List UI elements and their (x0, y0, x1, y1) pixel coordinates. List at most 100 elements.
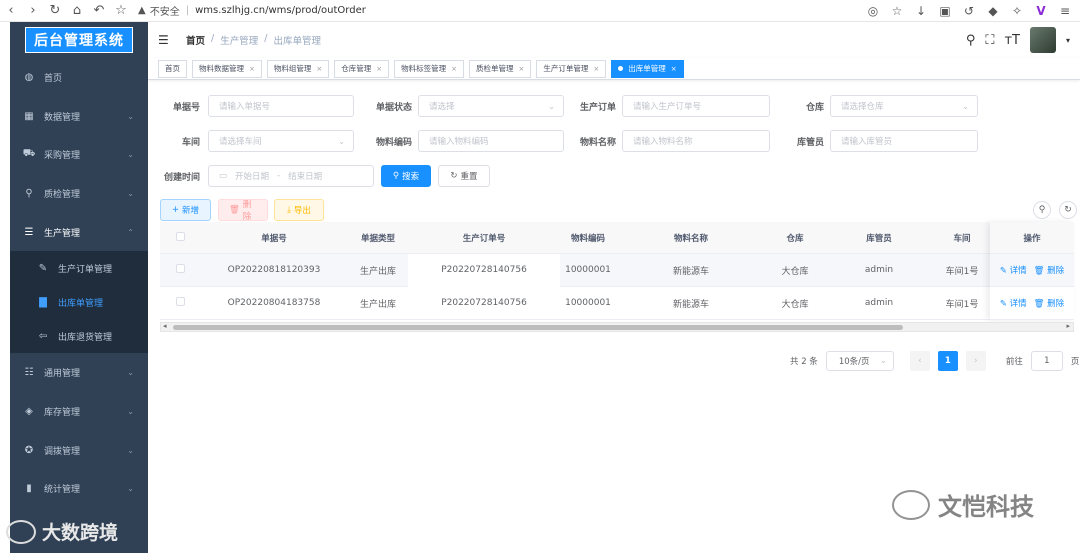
hamburger-icon[interactable]: ☰ (158, 33, 172, 47)
undo-icon[interactable]: ↶ (88, 3, 110, 18)
sidebar-item-general[interactable]: ☷ 通用管理 ⌄ (10, 353, 148, 392)
refresh-icon[interactable]: ↻ (1059, 201, 1077, 219)
logo[interactable]: 后台管理系统 (10, 22, 148, 58)
avatar[interactable] (1029, 27, 1056, 53)
tag-material-group[interactable]: 物料组管理 × (266, 59, 330, 78)
tag-home[interactable]: 首页 (158, 59, 187, 78)
download-icon[interactable]: ↓ (912, 4, 930, 18)
cell-warehouse: 大仓库 (781, 299, 809, 310)
material-code-placeholder: 请输入物料编码 (429, 137, 489, 147)
edit-icon: ✎ (38, 262, 48, 274)
toggle-search-icon[interactable]: ⚲ (1033, 201, 1051, 219)
sidebar-item-data[interactable]: ▦ 数据管理 ⌄ (10, 97, 148, 136)
search-button-label: 搜索 (402, 172, 420, 182)
sidebar-item-production[interactable]: ☰ 生产管理 ⌃ (10, 213, 148, 252)
breadcrumb-item[interactable]: 首页 (186, 33, 205, 47)
status-select[interactable]: 请选择 ⌄ (418, 95, 564, 117)
detail-link[interactable]: ✎ 详情 (1000, 297, 1027, 309)
close-icon[interactable]: × (593, 65, 599, 73)
reset-button[interactable]: ↻ 重置 (438, 165, 490, 187)
favorites-icon[interactable]: ☆ (888, 4, 906, 18)
material-name-input[interactable]: 请输入物料名称 (622, 130, 770, 152)
address-bar[interactable]: ▲ 不安全 | wms.szlhjg.cn/wms/prod/outOrder (138, 3, 366, 18)
close-icon[interactable]: × (451, 65, 457, 73)
material-code-input[interactable]: 请输入物料编码 (418, 130, 564, 152)
page-number-active[interactable]: 1 (937, 351, 958, 371)
delete-link[interactable]: 🗑 删除 (1034, 264, 1065, 276)
collection-icon[interactable]: ◆ (984, 4, 1002, 18)
sidebar-item-inventory[interactable]: ◈ 库存管理 ⌄ (10, 392, 148, 431)
sidebar-item-out-order[interactable]: ▇ 出库单管理 (10, 285, 148, 319)
order-no-input[interactable]: 请输入单据号 (208, 95, 354, 117)
chevron-down-icon: ⌄ (127, 406, 134, 416)
back-icon[interactable]: ‹ (0, 3, 22, 18)
chevron-down-icon: ⌄ (127, 111, 134, 121)
delete-button[interactable]: 🗑 删除 (218, 199, 268, 222)
select-all-checkbox[interactable] (160, 231, 200, 244)
scroll-left-icon[interactable]: ◂ (163, 322, 167, 330)
reload-icon[interactable]: ↻ (44, 3, 66, 18)
search-form-row-3: 创建时间 ▭ 开始日期 - 结束日期 ⚲ 搜索 ↻ 重置 (160, 165, 490, 187)
screenshot-icon[interactable]: ▣ (936, 4, 954, 18)
watermark: 文恺科技 (892, 487, 1034, 522)
sidebar-item-quality[interactable]: ⚲ 质检管理 ⌄ (10, 174, 148, 213)
sidebar-item-label: 生产订单管理 (58, 264, 113, 275)
date-range-picker[interactable]: ▭ 开始日期 - 结束日期 (208, 165, 374, 187)
goto-page-input[interactable]: 1 (1030, 351, 1063, 371)
next-page-button[interactable]: › (965, 351, 986, 371)
fullscreen-icon[interactable]: ⛶ (985, 33, 994, 48)
scroll-right-icon[interactable]: ▸ (1066, 322, 1070, 330)
delete-link[interactable]: 🗑 删除 (1034, 297, 1065, 309)
search-button[interactable]: ⚲ 搜索 (381, 165, 431, 187)
add-button[interactable]: + 新增 (160, 199, 211, 221)
forward-icon[interactable]: › (22, 3, 44, 18)
page-size-select[interactable]: 10条/页 ⌄ (825, 351, 894, 371)
prod-order-input[interactable]: 请输入生产订单号 (622, 95, 770, 117)
tag-production-order[interactable]: 生产订单管理 × (536, 59, 607, 78)
star-icon[interactable]: ☆ (110, 3, 132, 18)
workshop-select[interactable]: 请选择车间 ⌄ (208, 130, 354, 152)
tag-warehouse[interactable]: 仓库管理 × (334, 59, 390, 78)
caret-down-icon[interactable]: ▾ (1066, 36, 1070, 45)
close-icon[interactable]: × (249, 65, 255, 73)
tag-material-label[interactable]: 物料标签管理 × (394, 59, 464, 78)
sidebar-item-purchase[interactable]: ⛟ 采购管理 ⌄ (10, 135, 148, 174)
tag-out-order[interactable]: 出库单管理 × (611, 59, 684, 78)
url-text[interactable]: wms.szlhjg.cn/wms/prod/outOrder (195, 5, 366, 16)
home-icon[interactable]: ⌂ (66, 3, 88, 18)
warehouse-select[interactable]: 请选择仓库 ⌄ (830, 95, 978, 117)
history-icon[interactable]: ↺ (960, 4, 978, 18)
table-row[interactable]: OP20220804183758 生产出库 P20220728140756 10… (160, 287, 1074, 320)
sidebar-item-transfer[interactable]: ✪ 调拨管理 ⌄ (10, 431, 148, 470)
sidebar-item-statistics[interactable]: ▮ 统计管理 ⌄ (10, 470, 148, 509)
sidebar-item-production-order[interactable]: ✎ 生产订单管理 (10, 251, 148, 285)
tag-label: 物料数据管理 (199, 64, 244, 73)
row-checkbox[interactable] (160, 264, 200, 276)
extension-icon[interactable]: ◎ (864, 4, 882, 18)
search-icon[interactable]: ⚲ (966, 33, 976, 48)
cart-icon: ⛟ (22, 148, 36, 160)
sidebar-item-out-return[interactable]: ⇦ 出库退货管理 (10, 319, 148, 353)
keeper-input[interactable]: 请输入库管员 (830, 130, 978, 152)
export-button[interactable]: ⤓ 导出 (274, 199, 324, 221)
tag-material-data[interactable]: 物料数据管理 × (192, 59, 262, 78)
production-submenu: ✎ 生产订单管理 ▇ 出库单管理 ⇦ 出库退货管理 (10, 251, 148, 354)
close-icon[interactable]: × (671, 65, 677, 73)
order-no-placeholder: 请输入单据号 (219, 102, 271, 112)
font-size-icon[interactable]: ᴛT (1004, 33, 1020, 48)
row-checkbox[interactable] (160, 297, 200, 309)
v-extension-icon[interactable]: V (1032, 4, 1050, 18)
prev-page-button[interactable]: ‹ (909, 351, 930, 371)
menu-icon[interactable]: ≡ (1056, 4, 1074, 18)
close-icon[interactable]: × (316, 65, 322, 73)
close-icon[interactable]: × (376, 65, 382, 73)
close-icon[interactable]: × (519, 65, 525, 73)
scrollbar-thumb[interactable] (173, 325, 903, 330)
table-row[interactable]: OP20220818120393 生产出库 P20220728140756 10… (160, 253, 1074, 287)
sidebar-item-home[interactable]: ◍ 首页 (10, 58, 148, 97)
detail-link[interactable]: ✎ 详情 (1000, 264, 1027, 276)
puzzle-icon[interactable]: ✧ (1008, 4, 1026, 18)
tag-quality-order[interactable]: 质检单管理 × (469, 59, 532, 78)
goto-label: 前往 (1005, 357, 1023, 367)
horizontal-scrollbar[interactable]: ◂ ▸ (160, 322, 1074, 332)
